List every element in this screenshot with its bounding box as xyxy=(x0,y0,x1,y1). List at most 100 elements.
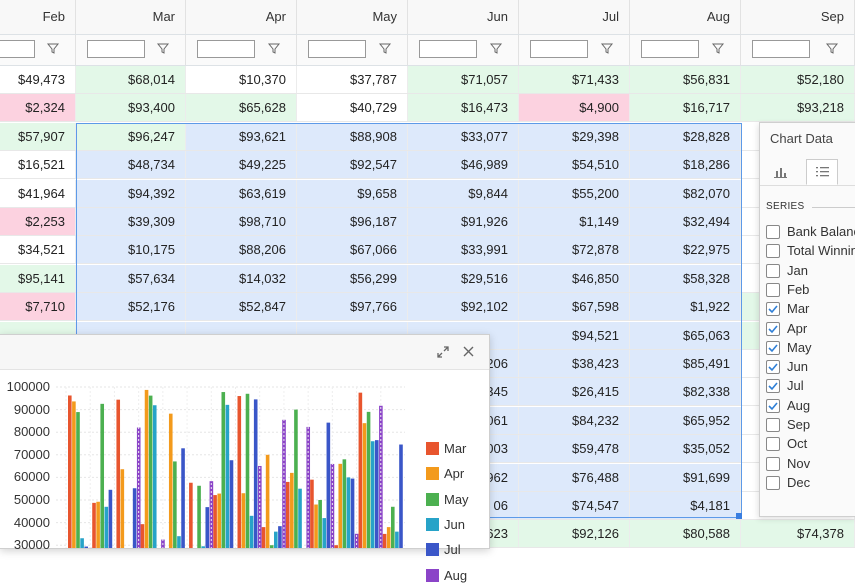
grid-cell[interactable]: $98,710 xyxy=(186,208,297,235)
filter-icon[interactable] xyxy=(711,41,725,55)
bar-jun[interactable] xyxy=(177,536,181,548)
series-checkbox[interactable] xyxy=(766,476,780,490)
series-checkbox[interactable] xyxy=(766,360,780,374)
bar-mar[interactable] xyxy=(213,495,217,548)
grid-cell[interactable]: $33,991 xyxy=(408,236,519,263)
table-row[interactable]: $49,473$68,014$10,370$37,787$71,057$71,4… xyxy=(0,66,855,94)
bar-jul[interactable] xyxy=(230,460,234,548)
bar-jul[interactable] xyxy=(109,490,113,548)
series-item-aug[interactable]: Aug xyxy=(766,398,855,417)
column-header-apr[interactable]: Apr xyxy=(186,0,297,34)
bar-jun[interactable] xyxy=(298,489,302,548)
grid-cell[interactable]: $52,180 xyxy=(741,66,855,93)
grid-cell[interactable]: $7,710 xyxy=(0,293,76,320)
table-row[interactable]: $57,907$96,247$93,621$88,908$33,077$29,3… xyxy=(0,123,855,151)
series-item-jan[interactable]: Jan xyxy=(766,263,855,282)
grid-cell[interactable]: $91,699 xyxy=(630,464,741,491)
column-header-aug[interactable]: Aug xyxy=(630,0,741,34)
filter-icon[interactable] xyxy=(46,41,60,55)
grid-cell[interactable]: $71,433 xyxy=(519,66,630,93)
grid-cell[interactable]: $52,176 xyxy=(76,293,186,320)
grid-cell[interactable]: $82,070 xyxy=(630,180,741,207)
grid-cell[interactable]: $65,063 xyxy=(630,322,741,349)
column-header-jul[interactable]: Jul xyxy=(519,0,630,34)
bar-may[interactable] xyxy=(318,500,322,548)
grid-cell[interactable]: $63,619 xyxy=(186,180,297,207)
bar-may[interactable] xyxy=(367,412,371,548)
bar-apr[interactable] xyxy=(145,390,149,548)
filter-icon[interactable] xyxy=(600,41,614,55)
bar-jul[interactable] xyxy=(375,440,379,548)
grid-cell[interactable]: $65,952 xyxy=(630,407,741,434)
grid-cell[interactable]: $34,521 xyxy=(0,236,76,263)
bar-apr[interactable] xyxy=(314,505,318,548)
series-item-jun[interactable]: Jun xyxy=(766,359,855,378)
grid-cell[interactable]: $56,831 xyxy=(630,66,741,93)
close-icon[interactable] xyxy=(463,346,474,357)
bar-jun[interactable] xyxy=(250,516,254,548)
bar-jul[interactable] xyxy=(351,479,355,548)
grid-cell[interactable]: $38,423 xyxy=(519,350,630,377)
bar-mar[interactable] xyxy=(189,483,193,548)
grid-cell[interactable]: $28,828 xyxy=(630,123,741,150)
grid-cell[interactable]: $57,634 xyxy=(76,265,186,292)
bar-mar[interactable] xyxy=(359,393,363,548)
table-row[interactable]: $34,521$10,175$88,206$67,066$33,991$72,8… xyxy=(0,236,855,264)
bar-jul[interactable] xyxy=(133,488,137,548)
grid-cell[interactable]: $96,247 xyxy=(76,123,186,150)
bar-jul[interactable] xyxy=(278,526,282,548)
grid-cell[interactable]: $58,328 xyxy=(630,265,741,292)
grid-cell[interactable]: $95,141 xyxy=(0,265,76,292)
bar-may[interactable] xyxy=(391,507,395,548)
grid-cell[interactable]: $92,547 xyxy=(297,151,408,178)
grid-cell[interactable]: $4,900 xyxy=(519,94,630,121)
grid-cell[interactable]: $55,200 xyxy=(519,180,630,207)
grid-cell[interactable]: $92,102 xyxy=(408,293,519,320)
bar-jul[interactable] xyxy=(205,507,209,548)
grid-cell[interactable]: $37,787 xyxy=(297,66,408,93)
bar-jul[interactable] xyxy=(254,399,258,548)
bar-mar[interactable] xyxy=(310,480,314,548)
grid-cell[interactable]: $96,187 xyxy=(297,208,408,235)
bar-mar[interactable] xyxy=(141,524,145,548)
column-header-may[interactable]: May xyxy=(297,0,408,34)
bar-jun[interactable] xyxy=(371,441,375,548)
filter-icon[interactable] xyxy=(156,41,170,55)
bar-mar[interactable] xyxy=(286,482,290,548)
tab-chart-data[interactable] xyxy=(806,159,838,185)
filter-input[interactable] xyxy=(308,40,366,58)
grid-cell[interactable]: $41,964 xyxy=(0,180,76,207)
chart-popup-header[interactable] xyxy=(0,335,489,370)
grid-cell[interactable]: $72,878 xyxy=(519,236,630,263)
grid-cell[interactable]: $94,392 xyxy=(76,180,186,207)
bar-apr[interactable] xyxy=(242,493,246,548)
grid-cell[interactable]: $18,286 xyxy=(630,151,741,178)
grid-cell[interactable]: $2,253 xyxy=(0,208,76,235)
grid-cell[interactable]: $93,400 xyxy=(76,94,186,121)
grid-cell[interactable]: $26,415 xyxy=(519,378,630,405)
bar-apr[interactable] xyxy=(363,423,367,548)
series-checkbox[interactable] xyxy=(766,264,780,278)
bar-may[interactable] xyxy=(100,404,104,548)
bar-mar[interactable] xyxy=(92,503,96,548)
bar-apr[interactable] xyxy=(290,473,294,548)
filter-input[interactable] xyxy=(87,40,145,58)
bar-may[interactable] xyxy=(294,410,298,548)
grid-cell[interactable]: $22,975 xyxy=(630,236,741,263)
grid-cell[interactable]: $49,225 xyxy=(186,151,297,178)
bar-mar[interactable] xyxy=(116,400,120,548)
table-row[interactable]: $95,141$57,634$14,032$56,299$29,516$46,8… xyxy=(0,265,855,293)
grid-cell[interactable]: $4,181 xyxy=(630,492,741,519)
bar-apr[interactable] xyxy=(387,527,391,548)
table-row[interactable]: $16,521$48,734$49,225$92,547$46,989$54,5… xyxy=(0,151,855,179)
filter-input[interactable] xyxy=(752,40,810,58)
grid-cell[interactable]: $54,510 xyxy=(519,151,630,178)
tab-chart-settings[interactable] xyxy=(765,159,797,185)
series-item-jul[interactable]: Jul xyxy=(766,378,855,397)
column-header-mar[interactable]: Mar xyxy=(76,0,186,34)
series-checkbox[interactable] xyxy=(766,225,780,239)
series-checkbox[interactable] xyxy=(766,341,780,355)
grid-cell[interactable]: $67,598 xyxy=(519,293,630,320)
grid-cell[interactable]: $48,734 xyxy=(76,151,186,178)
grid-cell[interactable]: $85,491 xyxy=(630,350,741,377)
